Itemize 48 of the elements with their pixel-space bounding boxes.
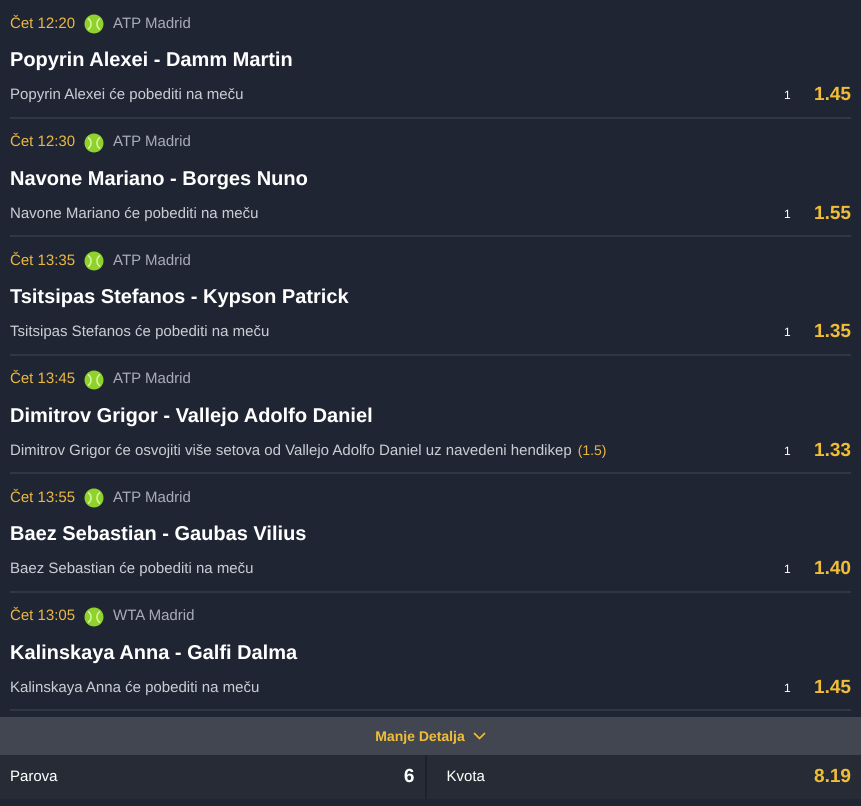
outcome-label: 1 — [784, 442, 792, 460]
tennis-ball-icon — [84, 606, 104, 626]
match-time: Čet 13:05 — [10, 606, 76, 626]
league-name: WTA Madrid — [113, 606, 194, 626]
bet-description: Dimitrov Grigor će osvojiti više setova od Vallejo Adolfo Daniel uz navedeni hendikep — [10, 440, 572, 460]
tennis-ball-icon — [84, 251, 104, 271]
outcome-label: 1 — [784, 680, 792, 697]
odds-label: Kvota — [446, 766, 485, 787]
outcome-label: 1 — [784, 324, 792, 342]
outcome-label: 1 — [784, 87, 792, 104]
outcome-label: 1 — [784, 206, 792, 223]
outcome-label: 1 — [784, 561, 792, 578]
match-title: Popyrin Alexei - Damm Martin — [10, 49, 294, 71]
match-title: Dimitrov Grigor - Vallejo Adolfo Daniel — [10, 404, 374, 426]
pairs-label: Parova — [10, 766, 58, 787]
odds-value: 1.45 — [814, 676, 851, 700]
odds-value: 1.40 — [814, 557, 851, 581]
league-name: ATP Madrid — [113, 132, 191, 152]
bet-description: Popyrin Alexei će pobediti na meču — [10, 85, 244, 105]
match-title: Tsitsipas Stefanos - Kypson Patrick — [10, 286, 350, 308]
league-name: ATP Madrid — [113, 250, 191, 271]
match-time: Čet 13:35 — [10, 250, 76, 271]
bet-description: Kalinskaya Anna će pobediti na meču — [10, 678, 260, 698]
handicap-value: (1.5) — [578, 441, 606, 460]
bet-description: Baez Sebastian će pobediti na meču — [10, 559, 254, 579]
match-time: Čet 13:55 — [10, 488, 76, 508]
pairs-count: 6 — [404, 764, 414, 789]
odds-value: 1.33 — [814, 438, 851, 462]
match-title: Kalinskaya Anna - Galfi Dalma — [10, 642, 298, 664]
bet-description: Navone Mariano će pobediti na meču — [10, 204, 258, 224]
bet-description: Tsitsipas Stefanos će pobediti na meču — [10, 322, 270, 342]
match-time: Čet 12:30 — [10, 132, 76, 152]
tennis-ball-icon — [84, 132, 104, 152]
league-name: ATP Madrid — [113, 488, 191, 508]
odds-value: 1.45 — [814, 83, 851, 107]
league-name: ATP Madrid — [113, 14, 191, 34]
odds-value: 1.55 — [814, 202, 851, 226]
odds-value: 1.35 — [814, 320, 851, 344]
match-time: Čet 13:45 — [10, 368, 76, 390]
tennis-ball-icon — [84, 488, 104, 508]
match-title: Navone Mariano - Borges Nuno — [10, 168, 309, 190]
tennis-ball-icon — [84, 14, 104, 34]
less-details-button[interactable]: Manje Detalja — [375, 726, 486, 746]
match-time: Čet 12:20 — [10, 14, 76, 34]
tennis-ball-icon — [84, 370, 104, 390]
total-odds: 8.19 — [814, 764, 851, 789]
league-name: ATP Madrid — [113, 369, 191, 390]
match-title: Baez Sebastian - Gaubas Vilius — [10, 523, 308, 545]
